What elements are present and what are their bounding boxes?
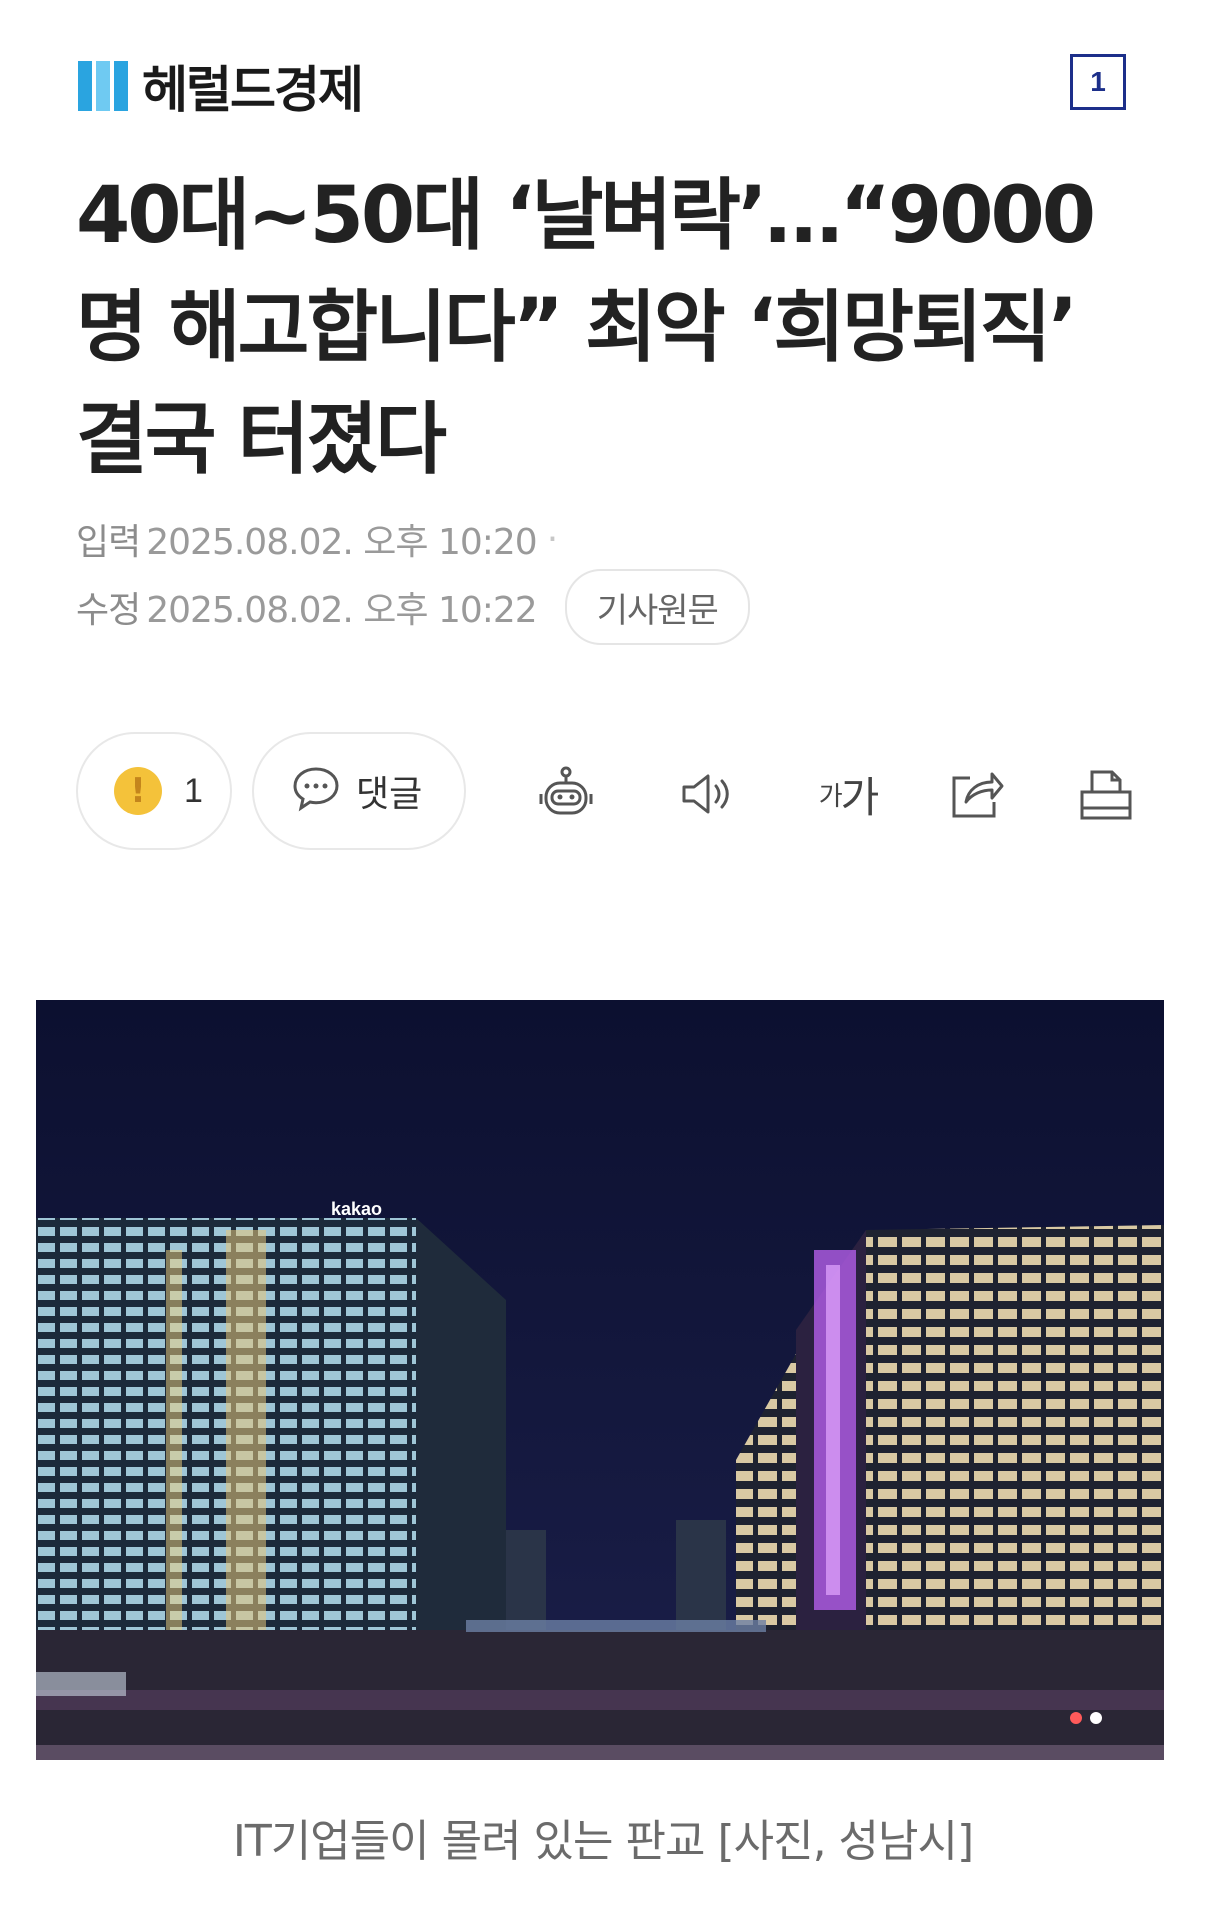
pangyo-night-image: kakao — [36, 1000, 1164, 1760]
speaker-icon[interactable] — [676, 764, 736, 824]
article-meta: 입력 2025.08.02. 오후 10:20 · 수정 2025.08.02.… — [76, 505, 750, 645]
speech-bubble-icon — [290, 763, 342, 819]
published-label: 입력 — [76, 522, 141, 563]
print-icon[interactable] — [1076, 764, 1136, 824]
kakao-sign: kakao — [331, 1199, 382, 1219]
publisher-logo[interactable]: 헤럴드경제 — [78, 50, 364, 122]
article-photo: kakao — [36, 1000, 1164, 1760]
font-size-button[interactable]: 가가 — [808, 764, 888, 824]
publisher-name: 헤럴드경제 — [142, 61, 364, 119]
ai-summary-robot-icon[interactable] — [536, 764, 596, 824]
reaction-button[interactable]: ! 1 — [76, 732, 232, 850]
article-toolbar: ! 1 댓글 가가 — [76, 732, 1136, 852]
font-small-label: 가 — [818, 781, 843, 812]
modified-row: 수정 2025.08.02. 오후 10:22 기사원문 — [76, 569, 750, 645]
article-header: 헤럴드경제 1 — [0, 0, 1206, 150]
share-icon[interactable] — [946, 764, 1006, 824]
photo-caption: IT기업들이 몰려 있는 판교 [사진, 성남시] — [232, 1816, 974, 1867]
page-number-badge: 1 — [1070, 54, 1126, 110]
published-time: 2025.08.02. 오후 10:20 — [146, 522, 537, 563]
reaction-count: 1 — [184, 771, 203, 810]
original-article-button[interactable]: 기사원문 — [564, 569, 750, 645]
comment-button[interactable]: 댓글 — [252, 732, 466, 850]
exclamation-reaction-icon: ! — [114, 767, 162, 815]
font-large-label: 가 — [840, 772, 880, 822]
published-row: 입력 2025.08.02. 오후 10:20 · — [76, 505, 750, 573]
modified-label: 수정 — [76, 590, 141, 631]
comment-label: 댓글 — [356, 774, 423, 815]
modified-time: 2025.08.02. 오후 10:22 — [146, 590, 537, 631]
separator-dot: · — [546, 518, 558, 560]
herald-logo-icon — [78, 61, 128, 111]
article-title: 40대~50대 ‘날벼락’…“9000명 해고합니다” 최악 ‘희망퇴직’ 결국… — [76, 171, 1096, 485]
